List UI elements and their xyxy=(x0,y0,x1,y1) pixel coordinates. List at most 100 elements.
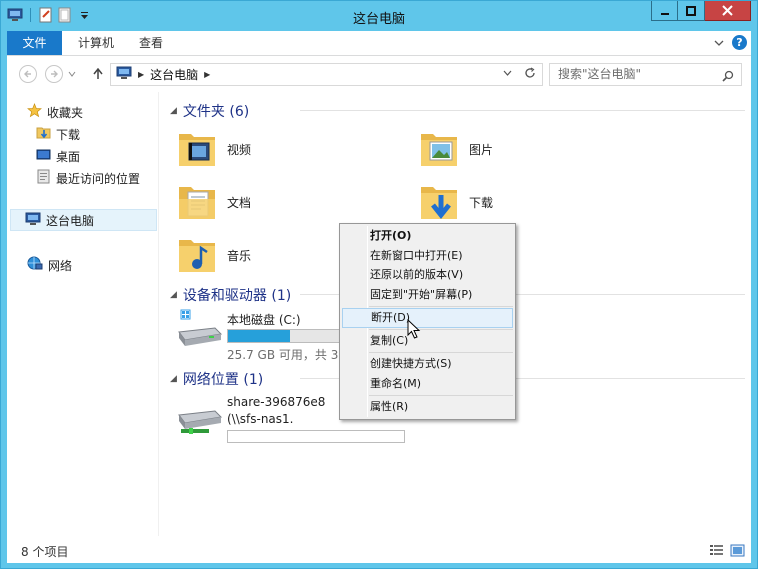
tab-computer[interactable]: 计算机 xyxy=(65,31,127,55)
network-location-name: share-396876e8 xyxy=(227,395,326,409)
menu-separator xyxy=(369,329,513,330)
ribbon-tabs: 文件 计算机 查看 ? xyxy=(7,31,751,56)
expand-ribbon-icon[interactable] xyxy=(714,36,724,50)
breadcrumb-separator-icon[interactable]: ▶ xyxy=(138,70,144,79)
folder-music[interactable]: 音乐 xyxy=(175,232,251,279)
forward-button[interactable] xyxy=(45,65,63,83)
address-bar[interactable]: ▶ 这台电脑 ▶ xyxy=(110,63,543,86)
group-title-devices: 设备和驱动器 (1) xyxy=(182,288,292,304)
status-bar: 8 个项目 xyxy=(7,536,751,563)
address-dropdown-icon[interactable] xyxy=(503,68,512,79)
folder-documents[interactable]: 文档 xyxy=(175,179,251,226)
collapse-icon[interactable]: ◢ xyxy=(170,106,177,116)
folder-documents-label: 文档 xyxy=(227,196,252,210)
breadcrumb-separator-icon[interactable]: ▶ xyxy=(204,70,210,79)
search-placeholder: 搜索"这台电脑" xyxy=(558,67,642,81)
star-icon xyxy=(27,103,42,121)
view-switcher xyxy=(709,544,745,560)
collapse-icon[interactable]: ◢ xyxy=(170,374,177,384)
breadcrumb-this-pc[interactable]: 这台电脑 xyxy=(150,66,198,83)
network-drive-icon xyxy=(175,401,223,440)
computer-icon xyxy=(116,66,132,83)
folder-pictures[interactable]: 图片 xyxy=(417,126,493,173)
documents-folder-icon xyxy=(175,179,219,226)
mouse-cursor-icon xyxy=(407,318,421,342)
nav-item-downloads[interactable]: 下载 xyxy=(36,125,80,143)
context-menu: 打开(O) 在新窗口中打开(E) 还原以前的版本(V) 固定到"开始"屏幕(P)… xyxy=(339,223,516,420)
folder-music-label: 音乐 xyxy=(227,249,252,263)
back-button[interactable] xyxy=(19,65,37,83)
computer-icon xyxy=(25,212,41,229)
search-input[interactable]: 搜索"这台电脑" xyxy=(549,63,742,86)
menu-separator xyxy=(369,306,513,307)
details-view-icon[interactable] xyxy=(709,544,724,560)
item-count: 8 个项目 xyxy=(21,545,69,559)
nav-item-desktop[interactable]: 桌面 xyxy=(36,147,80,165)
nav-item-recent-places[interactable]: 最近访问的位置 xyxy=(36,169,140,187)
nav-item-desktop-label: 桌面 xyxy=(56,149,81,164)
recent-locations-icon[interactable] xyxy=(67,65,77,83)
folder-videos[interactable]: 视频 xyxy=(175,126,251,173)
nav-item-downloads-label: 下载 xyxy=(56,127,81,142)
collapse-icon[interactable]: ◢ xyxy=(170,290,177,300)
folder-downloads-label: 下载 xyxy=(469,196,494,210)
downloads-folder-icon xyxy=(36,125,51,143)
network-location-path: (\\sfs-nas1. xyxy=(227,412,294,426)
menu-item-disconnect[interactable]: 断开(D) xyxy=(342,308,513,328)
desktop-icon xyxy=(36,147,51,165)
folder-pictures-label: 图片 xyxy=(469,143,494,157)
window-title: 这台电脑 xyxy=(352,12,405,27)
nav-network-label: 网络 xyxy=(48,258,73,273)
recent-places-icon xyxy=(36,169,51,187)
tab-view[interactable]: 查看 xyxy=(126,31,176,55)
menu-separator xyxy=(369,395,513,396)
menu-item-restore-versions[interactable]: 还原以前的版本(V) xyxy=(342,265,513,285)
close-button[interactable] xyxy=(705,1,751,21)
downloads-folder-icon xyxy=(417,179,461,226)
drive-c-label: 本地磁盘 (C:) xyxy=(227,313,301,327)
navigation-bar: ▶ 这台电脑 ▶ 搜索"这台电脑" xyxy=(7,56,751,92)
menu-item-copy[interactable]: 复制(C) xyxy=(342,331,513,351)
navigation-pane: 收藏夹 下载 桌面 最近访问的位置 这台电脑 网络 xyxy=(7,92,159,536)
group-header-network[interactable]: ◢ 网络位置 (1) xyxy=(170,369,745,389)
video-folder-icon xyxy=(175,126,219,173)
menu-item-create-shortcut[interactable]: 创建快捷方式(S) xyxy=(342,354,513,374)
network-icon xyxy=(27,256,43,274)
network-usage-bar xyxy=(227,430,405,443)
window-controls xyxy=(651,1,751,21)
menu-item-pin-to-start[interactable]: 固定到"开始"屏幕(P) xyxy=(342,285,513,305)
nav-this-pc-label: 这台电脑 xyxy=(46,213,95,228)
group-title-folders: 文件夹 (6) xyxy=(182,104,250,120)
up-button[interactable] xyxy=(91,65,105,83)
refresh-icon[interactable] xyxy=(524,67,536,82)
group-header-folders[interactable]: ◢ 文件夹 (6) xyxy=(170,101,745,121)
folder-downloads[interactable]: 下载 xyxy=(417,179,493,226)
nav-this-pc[interactable]: 这台电脑 xyxy=(10,209,157,231)
folder-videos-label: 视频 xyxy=(227,143,252,157)
drive-c-space: 25.7 GB 可用，共 39. xyxy=(227,348,350,362)
group-title-network: 网络位置 (1) xyxy=(182,372,264,388)
title-bar: 这台电脑 xyxy=(1,1,757,31)
nav-network[interactable]: 网络 xyxy=(27,256,72,274)
help-icon[interactable]: ? xyxy=(732,35,747,50)
music-folder-icon xyxy=(175,232,219,279)
menu-separator xyxy=(369,352,513,353)
group-header-devices[interactable]: ◢ 设备和驱动器 (1) xyxy=(170,285,745,305)
tab-file[interactable]: 文件 xyxy=(7,31,62,55)
minimize-button[interactable] xyxy=(651,1,678,21)
ribbon-right-controls: ? xyxy=(714,35,747,50)
menu-item-open[interactable]: 打开(O) xyxy=(342,226,513,246)
menu-item-open-new-window[interactable]: 在新窗口中打开(E) xyxy=(342,246,513,266)
nav-favorites[interactable]: 收藏夹 xyxy=(27,103,83,121)
large-icons-view-icon[interactable] xyxy=(730,544,745,560)
search-icon[interactable] xyxy=(722,68,734,89)
menu-item-rename[interactable]: 重命名(M) xyxy=(342,374,513,394)
maximize-button[interactable] xyxy=(678,1,705,21)
drive-usage-fill xyxy=(228,330,290,342)
group-divider xyxy=(300,110,745,111)
pictures-folder-icon xyxy=(417,126,461,173)
nav-item-recent-places-label: 最近访问的位置 xyxy=(56,171,141,186)
menu-item-properties[interactable]: 属性(R) xyxy=(342,397,513,417)
nav-favorites-label: 收藏夹 xyxy=(47,105,84,120)
hard-drive-icon xyxy=(175,308,223,351)
